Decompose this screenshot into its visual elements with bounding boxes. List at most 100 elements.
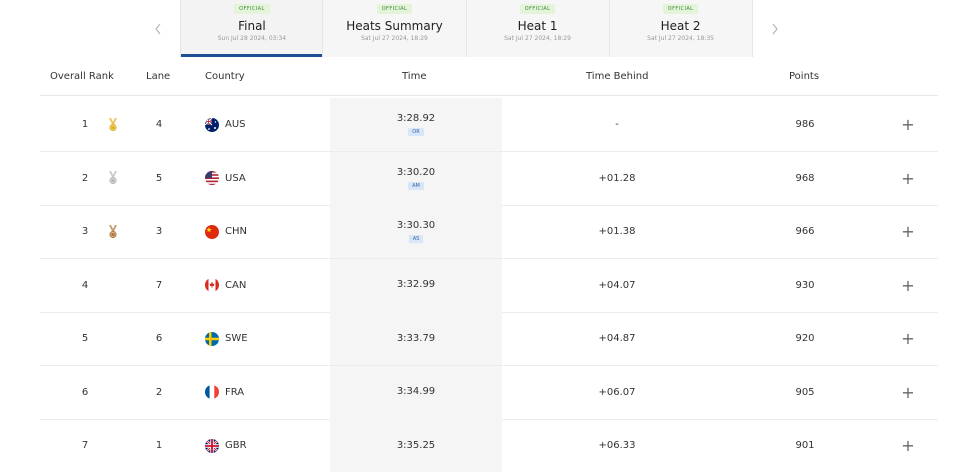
- expand-row-button[interactable]: +: [898, 259, 918, 312]
- silver-medal-icon: [106, 152, 120, 205]
- bronze-medal-icon: [106, 205, 120, 258]
- country-code: USA: [225, 172, 246, 184]
- tabs-prev-button[interactable]: [136, 0, 180, 57]
- country-cell: CHN: [205, 205, 247, 258]
- aus-flag-icon: [205, 117, 219, 132]
- time-behind: +01.38: [598, 226, 636, 237]
- table-row[interactable]: 1 4 AUS 3:28.92 OR - 986 +: [40, 98, 938, 152]
- country-cell: FRA: [205, 366, 244, 419]
- tab-title: Heats Summary: [346, 19, 443, 33]
- plus-icon: +: [901, 115, 915, 134]
- tab-title: Heat 2: [660, 19, 701, 33]
- time-behind: +04.87: [598, 333, 636, 344]
- points: 920: [795, 333, 815, 344]
- lane-number: 4: [155, 119, 163, 130]
- tabs-next-button[interactable]: [753, 0, 797, 57]
- tab-date: Sat Jul 27 2024, 18:35: [647, 35, 714, 42]
- tab-final[interactable]: OFFICIAL Final Sun Jul 28 2024, 03:34: [180, 0, 324, 57]
- tab-title: Heat 1: [517, 19, 558, 33]
- header-lane: Lane: [146, 71, 171, 82]
- lane-number: 7: [155, 279, 163, 291]
- tab-heat-2[interactable]: OFFICIAL Heat 2 Sat Jul 27 2024, 18:35: [609, 0, 753, 57]
- points: 905: [795, 386, 815, 398]
- expand-row-button[interactable]: +: [898, 205, 918, 258]
- chn-flag-icon: [205, 224, 219, 239]
- race-time: 3:30.30: [396, 220, 436, 231]
- table-row[interactable]: 2 5 USA 3:30.20 AM +01.28 968 +: [40, 151, 938, 206]
- expand-row-button[interactable]: +: [898, 312, 918, 365]
- official-badge: OFFICIAL: [234, 4, 270, 14]
- table-row[interactable]: 3 3 CHN 3:30.30 AS +01.38 966 +: [40, 205, 938, 259]
- plus-icon: +: [901, 275, 915, 295]
- country-cell: CAN: [205, 259, 246, 312]
- race-time: 3:28.92: [396, 113, 436, 124]
- official-badge: OFFICIAL: [662, 4, 699, 14]
- header-time: Time: [402, 71, 427, 82]
- header-time-behind: Time Behind: [586, 71, 649, 82]
- time-cell: 3:34.99: [330, 365, 502, 419]
- usa-flag-icon: [205, 171, 219, 185]
- tab-date: Sat Jul 27 2024, 18:29: [504, 35, 571, 42]
- overall-rank: 6: [81, 386, 89, 398]
- lane-number: 3: [155, 226, 163, 237]
- table-row[interactable]: 7 1 GBR 3:35.25 +06.33 901 +: [40, 419, 938, 472]
- record-badge: AS: [408, 235, 424, 243]
- tab-date: Sun Jul 28 2024, 03:34: [217, 35, 287, 42]
- table-row[interactable]: 5 6 SWE 3:33.79 +04.87 920 +: [40, 312, 938, 366]
- official-badge: OFFICIAL: [376, 4, 413, 14]
- country-cell: AUS: [205, 98, 246, 151]
- plus-icon: +: [901, 168, 915, 188]
- overall-rank: 2: [81, 172, 89, 184]
- time-cell: 3:28.92 OR: [330, 98, 502, 151]
- can-flag-icon: [205, 278, 219, 292]
- overall-rank: 5: [81, 333, 89, 344]
- points: 901: [795, 440, 815, 451]
- plus-icon: +: [901, 382, 915, 402]
- time-cell: 3:35.25: [330, 419, 502, 472]
- country-code: SWE: [225, 333, 248, 344]
- race-time: 3:30.20: [396, 166, 436, 178]
- race-time: 3:34.99: [396, 386, 436, 397]
- record-badge: AM: [408, 181, 424, 190]
- header-overall-rank: Overall Rank: [50, 71, 114, 82]
- tab-heat-1[interactable]: OFFICIAL Heat 1 Sat Jul 27 2024, 18:29: [466, 0, 610, 57]
- expand-row-button[interactable]: +: [898, 366, 918, 419]
- lane-number: 5: [155, 172, 163, 184]
- chevron-left-icon: [155, 23, 161, 34]
- overall-rank: 1: [81, 119, 89, 130]
- points: 966: [795, 226, 815, 237]
- tab-heats-summary[interactable]: OFFICIAL Heats Summary Sat Jul 27 2024, …: [323, 0, 467, 57]
- expand-row-button[interactable]: +: [898, 152, 918, 205]
- country-code: CHN: [225, 226, 247, 237]
- time-behind: -: [615, 119, 619, 130]
- country-code: AUS: [225, 119, 246, 130]
- results-tabs: OFFICIAL Final Sun Jul 28 2024, 03:34 OF…: [136, 0, 797, 57]
- country-code: FRA: [225, 386, 245, 398]
- points: 986: [795, 119, 815, 130]
- lane-number: 1: [155, 440, 163, 451]
- country-code: GBR: [225, 440, 247, 451]
- gbr-flag-icon: [205, 438, 219, 453]
- chevron-right-icon: [772, 23, 778, 34]
- race-time: 3:32.99: [396, 279, 436, 290]
- race-time: 3:35.25: [396, 439, 436, 451]
- gold-medal-icon: [106, 98, 120, 151]
- time-cell: 3:33.79: [330, 312, 502, 365]
- overall-rank: 3: [81, 226, 89, 237]
- country-cell: GBR: [205, 419, 247, 472]
- time-behind: +06.33: [598, 440, 636, 451]
- swe-flag-icon: [205, 331, 219, 346]
- expand-row-button[interactable]: +: [898, 419, 918, 472]
- plus-icon: +: [901, 436, 915, 455]
- table-row[interactable]: 4 7 CAN 3:32.99 +04.07 930 +: [40, 258, 938, 313]
- country-code: CAN: [225, 279, 247, 291]
- points: 930: [795, 279, 815, 291]
- table-row[interactable]: 6 2 FRA 3:34.99 +06.07 905 +: [40, 365, 938, 420]
- tab-date: Sat Jul 27 2024, 18:29: [361, 35, 428, 42]
- header-points: Points: [789, 71, 820, 82]
- country-cell: SWE: [205, 312, 248, 365]
- expand-row-button[interactable]: +: [898, 98, 918, 151]
- time-behind: +06.07: [598, 386, 636, 398]
- race-time: 3:33.79: [396, 332, 436, 344]
- points: 968: [795, 172, 815, 184]
